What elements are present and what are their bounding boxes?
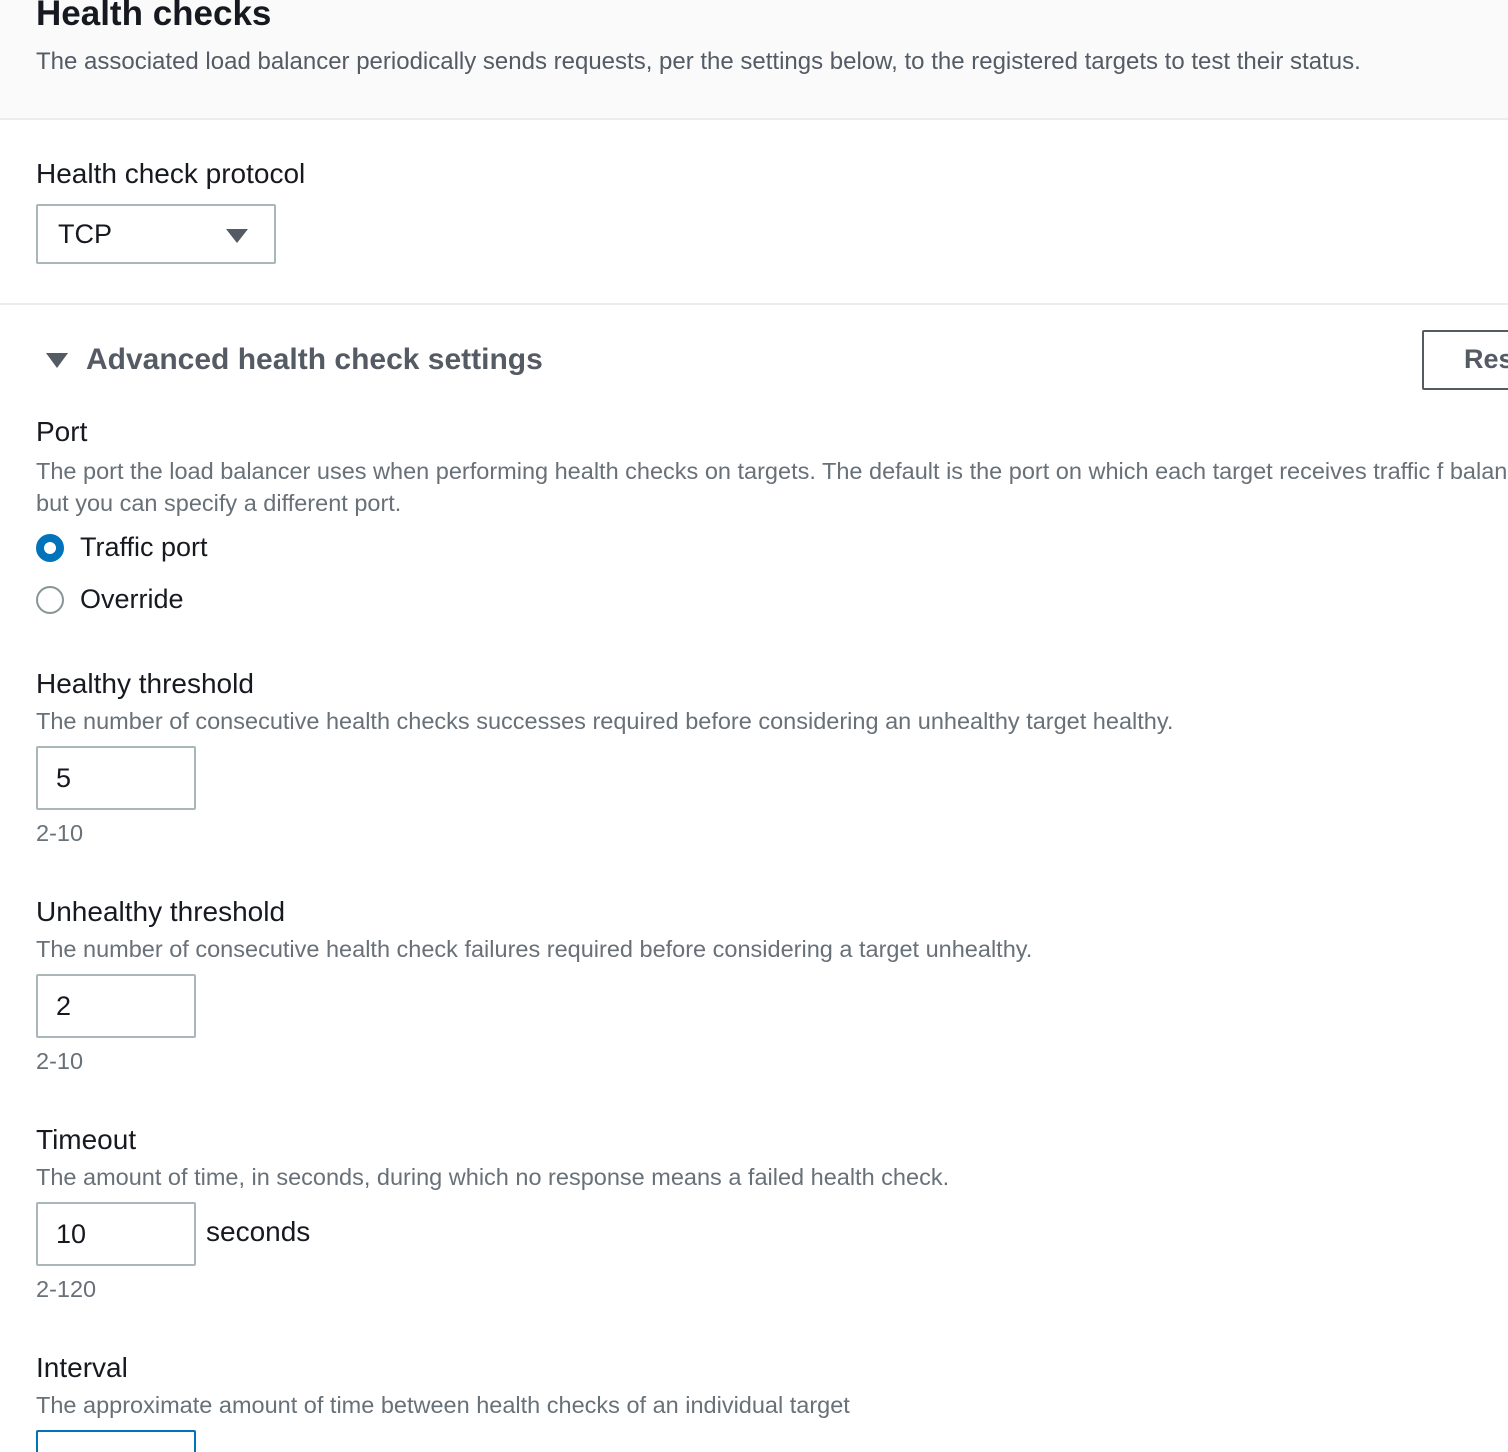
radio-traffic-port[interactable]: Traffic port: [36, 532, 208, 563]
timeout-label: Timeout: [36, 1124, 137, 1155]
radio-override[interactable]: Override: [36, 584, 184, 615]
radio-label: Traffic port: [80, 532, 208, 562]
timeout-value: 10: [56, 1219, 87, 1249]
caret-down-icon: [46, 352, 68, 368]
radio-unchecked-icon: [36, 585, 64, 614]
section-description: The associated load balancer periodicall…: [36, 48, 1361, 75]
advanced-settings-toggle[interactable]: Advanced health check settings: [46, 338, 543, 382]
radio-label: Override: [80, 584, 184, 614]
protocol-label: Health check protocol: [36, 158, 306, 189]
advanced-settings-label: Advanced health check settings: [86, 343, 543, 376]
divider: [0, 303, 1508, 305]
radio-checked-icon: [36, 533, 64, 562]
timeout-description: The amount of time, in seconds, during w…: [36, 1164, 950, 1190]
healthy-threshold-description: The number of consecutive health checks …: [36, 708, 1174, 734]
interval-input[interactable]: [36, 1430, 196, 1452]
healthy-threshold-value: 5: [56, 763, 72, 793]
unhealthy-threshold-input[interactable]: 2: [36, 974, 196, 1038]
health-checks-panel: Health checks The associated load balanc…: [0, 0, 1508, 1452]
port-description: The port the load balancer uses when per…: [36, 458, 1508, 516]
unhealthy-threshold-description: The number of consecutive health check f…: [36, 936, 1033, 962]
protocol-select[interactable]: TCP: [36, 204, 276, 264]
port-label: Port: [36, 416, 88, 447]
protocol-select-value: TCP: [58, 219, 112, 249]
section-title: Health checks: [36, 0, 272, 33]
unhealthy-threshold-value: 2: [56, 991, 72, 1021]
caret-down-icon: [226, 229, 248, 243]
reset-button-label: Res: [1464, 344, 1508, 374]
healthy-threshold-label: Healthy threshold: [36, 668, 254, 699]
unhealthy-threshold-label: Unhealthy threshold: [36, 896, 286, 927]
interval-description: The approximate amount of time between h…: [36, 1392, 850, 1418]
timeout-hint: 2-120: [36, 1276, 97, 1302]
healthy-threshold-hint: 2-10: [36, 820, 84, 846]
interval-label: Interval: [36, 1352, 128, 1383]
section-header: Health checks The associated load balanc…: [0, 0, 1508, 120]
reset-button[interactable]: Res: [1422, 330, 1508, 390]
timeout-unit: seconds: [206, 1216, 311, 1247]
unhealthy-threshold-hint: 2-10: [36, 1048, 84, 1074]
healthy-threshold-input[interactable]: 5: [36, 746, 196, 810]
timeout-input[interactable]: 10: [36, 1202, 196, 1266]
